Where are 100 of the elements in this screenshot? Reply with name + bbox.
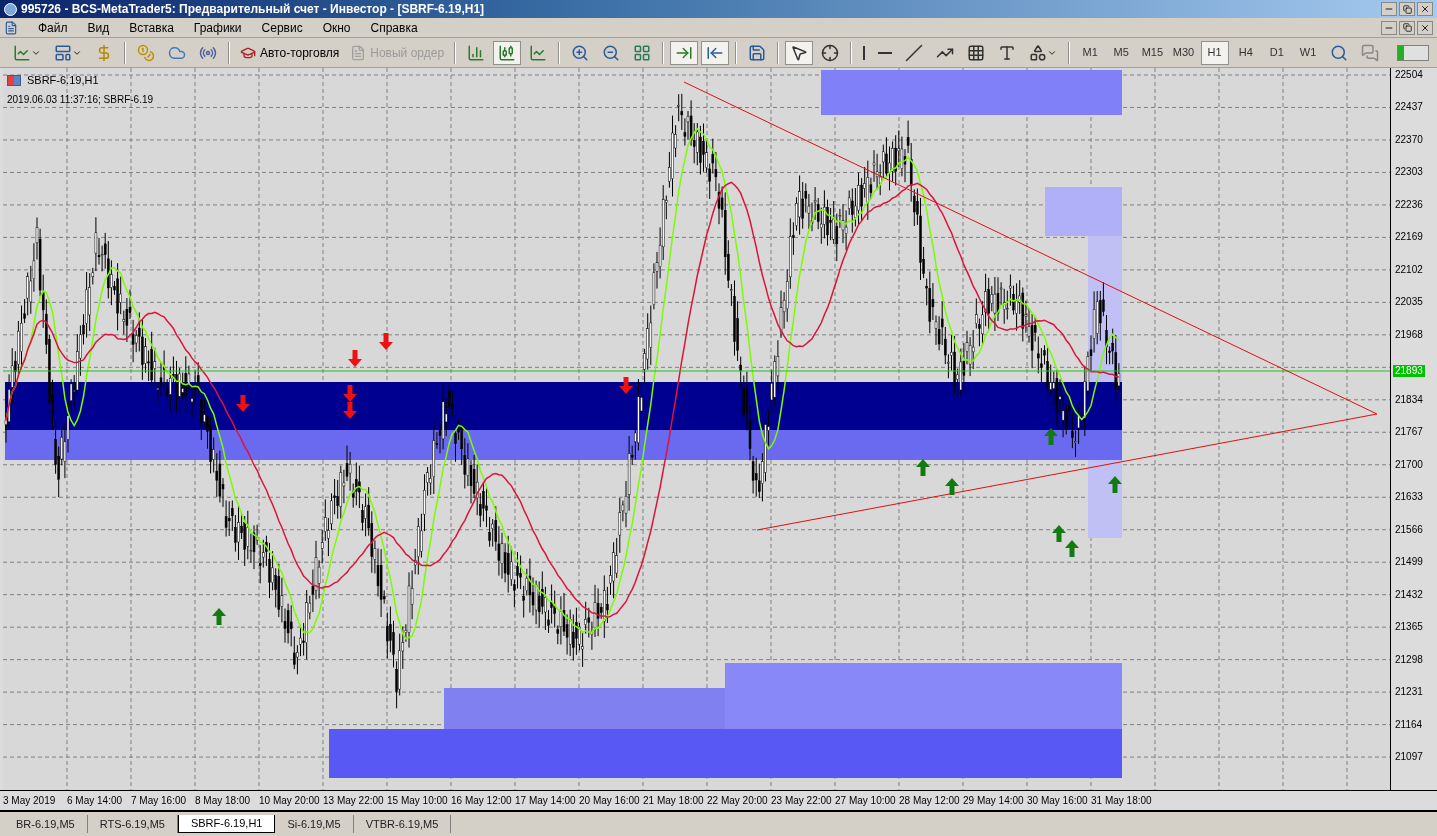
time-axis-label: 8 May 18:00 <box>195 794 252 808</box>
minimize-button[interactable] <box>1381 2 1397 16</box>
time-axis-label: 7 May 16:00 <box>131 794 188 808</box>
down-arrow-icon <box>343 402 357 419</box>
zoom-in-icon <box>571 43 590 62</box>
price-axis-label: 21499 <box>1395 557 1423 568</box>
price-axis-label: 22102 <box>1395 264 1423 275</box>
time-axis-label: 21 May 18:00 <box>643 794 705 808</box>
timeframe-button[interactable]: M30 <box>1169 40 1198 65</box>
chart-symbol: SBRF-6.19,H1 <box>27 73 99 88</box>
chart-tab[interactable]: VTBR-6.19,M5 <box>353 815 452 833</box>
timeframe-button[interactable]: M5 <box>1107 40 1136 65</box>
restore-icon <box>1402 4 1412 14</box>
chart-tab[interactable]: RTS-6.19,M5 <box>87 815 178 833</box>
price-axis-label: 21432 <box>1395 589 1423 600</box>
price-axis-label: 21767 <box>1395 427 1423 438</box>
time-axis-label: 27 May 10:00 <box>835 794 897 808</box>
crosshair-icon <box>821 43 840 62</box>
price-axis-label: 21231 <box>1395 687 1423 698</box>
chart-window-icon <box>7 74 21 86</box>
shapes-icon <box>1029 43 1048 62</box>
time-axis-label: 16 May 12:00 <box>451 794 513 808</box>
time-axis-label: 29 May 14:00 <box>963 794 1025 808</box>
time-axis-label: 23 May 22:00 <box>771 794 833 808</box>
price-axis-label: 21700 <box>1395 459 1423 470</box>
time-axis-label: 20 May 16:00 <box>579 794 641 808</box>
up-arrow-icon <box>212 608 226 625</box>
timeframe-button[interactable]: H4 <box>1231 40 1260 65</box>
close-button[interactable] <box>1417 2 1433 16</box>
price-axis-label: 22303 <box>1395 167 1423 178</box>
price-axis-label: 21633 <box>1395 492 1423 503</box>
minimize-button[interactable] <box>1381 20 1397 35</box>
price-axis-label: 21097 <box>1395 752 1423 763</box>
chart-info: 2019.06.03 11:37:16; SBRF-6.19 <box>7 92 154 107</box>
chart-tab[interactable]: SBRF-6.19,H1 <box>177 815 276 833</box>
time-axis-label: 17 May 14:00 <box>515 794 577 808</box>
down-arrow-icon <box>348 350 362 367</box>
coins-icon <box>137 43 155 62</box>
zoom-out-icon <box>602 43 621 62</box>
menu-item[interactable]: Вид <box>77 18 120 37</box>
up-arrow-icon <box>916 459 930 476</box>
up-arrow-icon <box>1065 540 1079 557</box>
timeframe-button[interactable]: W1 <box>1293 40 1323 65</box>
toolbar-button[interactable] <box>493 40 522 65</box>
toolbar-button[interactable] <box>785 40 814 65</box>
price-axis-label: 22169 <box>1395 232 1423 243</box>
window-title: 995726 - BCS-MetaTrader5: Предварительный счет - Инвестор - [SBRF-6.19,H1] <box>21 1 485 18</box>
menu-item[interactable]: Сервис <box>251 18 313 37</box>
chart-tab[interactable]: Si-6.19,M5 <box>275 815 354 833</box>
chat-icon <box>1361 43 1380 62</box>
time-axis-label: 6 May 14:00 <box>67 794 124 808</box>
price-axis-label: 21968 <box>1395 329 1423 340</box>
price-axis-label: 21164 <box>1395 719 1423 730</box>
horizontal-line-icon <box>878 51 893 54</box>
menu-item[interactable]: Графики <box>183 18 252 37</box>
toolbar-button[interactable] <box>701 40 730 65</box>
timeframe-button[interactable]: H1 <box>1200 40 1229 65</box>
candlestick-icon <box>498 43 517 62</box>
up-arrow-icon <box>1052 525 1066 542</box>
text-icon <box>998 43 1017 62</box>
time-axis-label: 3 May 2019 <box>3 794 57 808</box>
restore-button[interactable] <box>1399 2 1415 16</box>
connection-status-icon <box>1397 44 1430 61</box>
up-arrow-icon <box>1044 428 1058 445</box>
down-arrow-icon <box>379 333 393 350</box>
restore-button[interactable] <box>1399 20 1415 35</box>
up-arrow-icon <box>945 478 959 495</box>
price-axis-label: 22437 <box>1395 102 1423 113</box>
line-chart-icon <box>529 43 548 62</box>
down-arrow-icon <box>236 395 250 412</box>
close-button[interactable] <box>1417 20 1433 35</box>
search-icon <box>1330 43 1349 62</box>
menu-item[interactable]: Окно <box>312 18 361 37</box>
grid-icon <box>967 43 986 62</box>
menu-item[interactable]: Файл <box>28 18 78 37</box>
app-icon <box>4 2 17 16</box>
chart-tab[interactable]: BR-6.19,M5 <box>4 815 88 833</box>
close-icon <box>1420 22 1430 33</box>
price-axis-label: 22035 <box>1395 297 1423 308</box>
timeframe-button[interactable]: M15 <box>1138 40 1167 65</box>
time-axis-label: 30 May 16:00 <box>1027 794 1089 808</box>
cursor-icon <box>790 43 809 62</box>
close-icon <box>1420 4 1430 14</box>
time-axis-label: 13 May 22:00 <box>323 794 385 808</box>
down-arrow-icon <box>343 385 357 402</box>
current-price-label: 21893 <box>1393 365 1425 377</box>
bar-chart-icon <box>467 43 486 62</box>
up-arrow-icon <box>1108 476 1122 493</box>
timeframe-button[interactable]: D1 <box>1262 40 1291 65</box>
timeframe-button[interactable]: M1 <box>1076 40 1105 65</box>
toolbar-button[interactable]: Авто-торговля <box>236 40 344 65</box>
price-axis-label: 22236 <box>1395 199 1423 210</box>
menu-item[interactable]: Справка <box>360 18 428 37</box>
restore-icon <box>1402 23 1412 32</box>
time-axis-label: 15 May 10:00 <box>387 794 449 808</box>
time-axis-label: 10 May 20:00 <box>259 794 321 808</box>
menu-item[interactable]: Вставка <box>119 18 184 37</box>
price-axis-label: 21298 <box>1395 654 1423 665</box>
vertical-line-icon <box>863 45 866 60</box>
price-axis-label: 22370 <box>1395 134 1423 145</box>
